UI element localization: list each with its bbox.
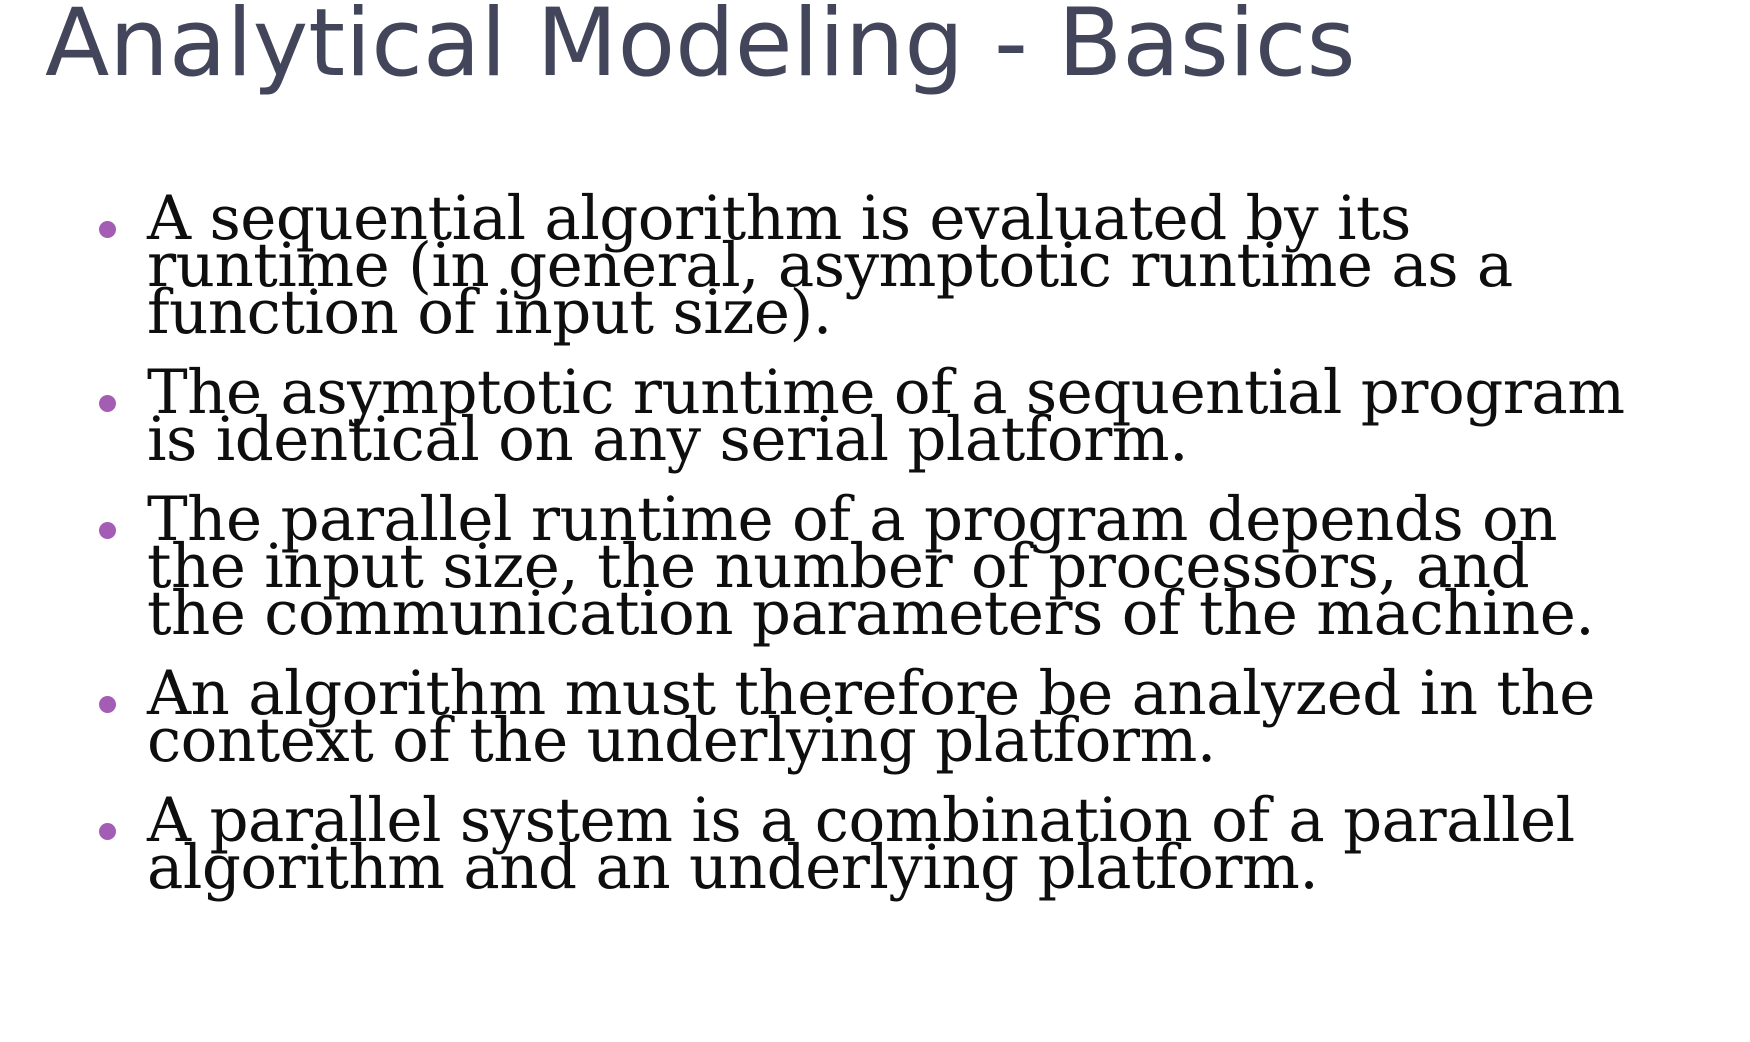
bullet-list: A sequential algorithm is evaluated by i… xyxy=(0,183,1750,924)
bullet-text: An algorithm must therefore be analyzed … xyxy=(147,658,1595,776)
bullet-text: A sequential algorithm is evaluated by i… xyxy=(147,183,1513,348)
bullet-dot-icon xyxy=(99,823,116,840)
bullet-dot-icon xyxy=(99,221,116,238)
bullet-item: The parallel runtime of a program depend… xyxy=(0,484,1750,649)
bullet-text: The asymptotic runtime of a sequential p… xyxy=(147,357,1625,475)
bullet-dot-icon xyxy=(99,522,116,539)
bullet-dot-icon xyxy=(99,696,116,713)
bullet-item: An algorithm must therefore be analyzed … xyxy=(0,658,1750,776)
slide: Analytical Modeling - Basics A sequentia… xyxy=(0,0,1750,1042)
bullet-dot-icon xyxy=(99,395,116,412)
bullet-item: The asymptotic runtime of a sequential p… xyxy=(0,357,1750,475)
bullet-item: A parallel system is a combination of a … xyxy=(0,785,1750,903)
bullet-text: A parallel system is a combination of a … xyxy=(147,785,1575,903)
bullet-item: A sequential algorithm is evaluated by i… xyxy=(0,183,1750,348)
slide-title: Analytical Modeling - Basics xyxy=(45,0,1356,98)
bullet-text: The parallel runtime of a program depend… xyxy=(147,484,1595,649)
